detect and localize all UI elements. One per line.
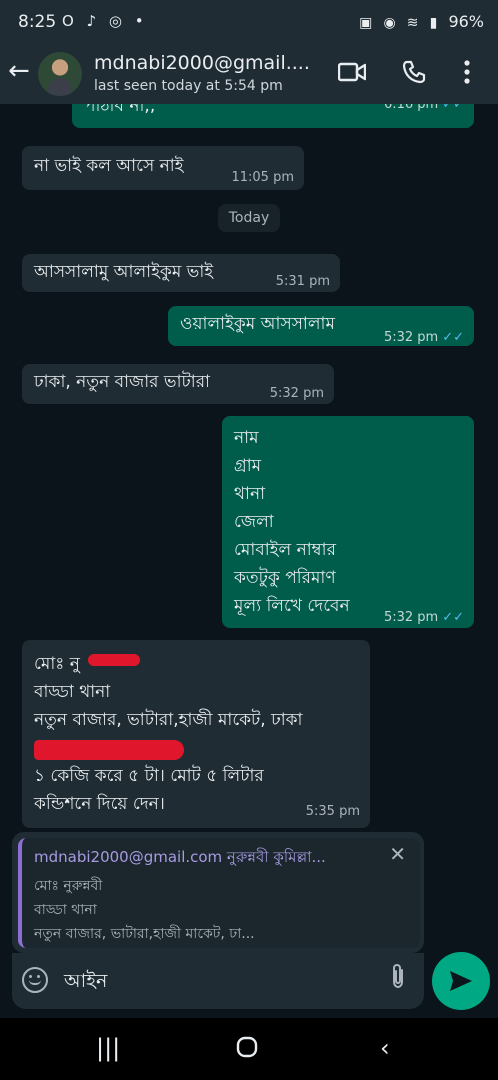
quoted-message[interactable]: mdnabi2000@gmail.com নুরুন্নবী কুমিল্লা.…: [18, 838, 420, 948]
message-line: জেলা: [234, 512, 274, 532]
system-nav-bar: ||| ‹: [0, 1018, 498, 1080]
last-seen: last seen today at 5:54 pm: [94, 78, 283, 94]
message-line: মূল্য লিখে দেবেন: [234, 596, 350, 616]
message-time: 5:32 pm ✓✓: [384, 604, 464, 632]
time-text: 5:32 pm: [383, 330, 439, 345]
recent-apps-icon[interactable]: |||: [96, 1034, 120, 1062]
redaction-mark: [88, 654, 140, 666]
message-line: ১ কেজি করে ৫ টা। মোট ৫ লিটার: [34, 766, 264, 786]
message-incoming[interactable]: না ভাই কল আসে নাই 11:05 pm: [22, 146, 304, 190]
wifi-icon: ≋: [406, 15, 419, 31]
close-reply-icon[interactable]: ✕: [389, 842, 406, 866]
reply-preview: mdnabi2000@gmail.com নুরুন্নবী কুমিল্লা.…: [12, 832, 424, 953]
message-line: নাম: [234, 428, 259, 448]
hotspot-icon: ◉: [383, 15, 396, 31]
message-text: মোঃ নু বাড্ডা থানা নতুন বাজার, ভাটারা,হা…: [34, 650, 303, 818]
video-call-icon[interactable]: [337, 61, 367, 87]
send-button[interactable]: [432, 952, 490, 1010]
message-incoming[interactable]: ঢাকা, নতুন বাজার ভাটারা 5:32 pm: [22, 364, 334, 404]
message-text: পাঠাব না,,: [84, 104, 156, 116]
message-time: 5:32 pm ✓✓: [384, 324, 464, 352]
quoted-line: মোঃ নুরুন্নবী: [34, 878, 103, 894]
message-incoming[interactable]: মোঃ নু বাড্ডা থানা নতুন বাজার, ভাটারা,হা…: [22, 640, 370, 828]
time-text: 6:16 pm: [383, 104, 439, 112]
time-text: 5:32 pm: [383, 610, 439, 625]
message-text: না ভাই কল আসে নাই: [34, 156, 184, 176]
message-composer[interactable]: আইন: [12, 953, 424, 1009]
send-icon: [450, 971, 472, 991]
battery-percent: 96%: [448, 12, 484, 31]
home-icon[interactable]: [236, 1036, 258, 1064]
message-time: 11:05 pm: [231, 170, 294, 185]
message-line: গ্রাম: [234, 456, 262, 476]
message-time: 5:31 pm: [275, 274, 330, 289]
chat-area[interactable]: পাঠাব না,, 6:16 pm ✓✓ না ভাই কল আসে নাই 1…: [0, 104, 498, 830]
message-line: মোবাইল নাম্বার: [234, 540, 336, 560]
read-ticks-icon: ✓✓: [442, 104, 464, 112]
lock-icon: ▣: [359, 15, 373, 31]
day-separator: Today: [218, 204, 280, 232]
quoted-line: নতুন বাজার, ভাটারা,হাজী মাকেট, ঢা...: [34, 926, 255, 942]
status-bar: 8:25 O ♪ ◎ • ▣ ◉ ≋ ▮ 96%: [0, 0, 498, 46]
message-time: 6:16 pm ✓✓: [384, 104, 464, 119]
message-line: থানা: [234, 484, 266, 504]
message-text: ওয়ালাইকুম আসসালাম: [180, 314, 335, 334]
avatar[interactable]: [38, 52, 82, 96]
message-outgoing[interactable]: ওয়ালাইকুম আসসালাম 5:32 pm ✓✓: [168, 306, 474, 346]
message-text: নাম গ্রাম থানা জেলা মোবাইল নাম্বার কতটুক…: [234, 424, 350, 620]
message-line: নতুন বাজার, ভাটারা,হাজী মাকেট, ঢাকা: [34, 710, 303, 730]
message-outgoing[interactable]: নাম গ্রাম থানা জেলা মোবাইল নাম্বার কতটুক…: [222, 416, 474, 628]
more-options-icon[interactable]: [464, 60, 470, 88]
attach-icon[interactable]: [390, 963, 406, 995]
message-line: মোঃ নু: [34, 654, 80, 674]
signal-icon: ▮: [429, 15, 438, 31]
voice-call-icon[interactable]: [402, 60, 426, 88]
quoted-author: mdnabi2000@gmail.com নুরুন্নবী কুমিল্লা.…: [34, 848, 326, 866]
message-line: কতটুকু পরিমাণ: [234, 568, 336, 588]
message-line: বাড্ডা থানা: [34, 682, 111, 702]
emoji-icon[interactable]: [22, 967, 48, 993]
message-text: আসসালামু আলাইকুম ভাই: [34, 262, 214, 282]
message-time: 5:32 pm: [269, 386, 324, 401]
back-nav-icon[interactable]: ‹: [380, 1034, 390, 1062]
message-time: 5:35 pm: [305, 804, 360, 819]
back-arrow-icon[interactable]: ←: [8, 58, 30, 84]
quoted-line: বাড্ডা থানা: [34, 902, 97, 918]
notification-icons: O ♪ ◎ •: [62, 12, 148, 30]
redaction-mark: [34, 740, 184, 760]
message-text: ঢাকা, নতুন বাজার ভাটারা: [34, 372, 210, 392]
contact-name[interactable]: mdnabi2000@gmail....: [94, 52, 310, 74]
status-right: ▣ ◉ ≋ ▮ 96%: [359, 12, 484, 31]
read-ticks-icon: ✓✓: [442, 610, 464, 625]
read-ticks-icon: ✓✓: [442, 330, 464, 345]
status-time: 8:25: [18, 12, 57, 32]
message-input[interactable]: আইন: [64, 967, 107, 999]
message-outgoing[interactable]: পাঠাব না,, 6:16 pm ✓✓: [72, 104, 474, 128]
message-line: কন্ডিশনে দিয়ে দেন।: [34, 794, 165, 814]
chat-header: ← mdnabi2000@gmail.... last seen today a…: [0, 46, 498, 104]
message-incoming[interactable]: আসসালামু আলাইকুম ভাই 5:31 pm: [22, 254, 340, 292]
